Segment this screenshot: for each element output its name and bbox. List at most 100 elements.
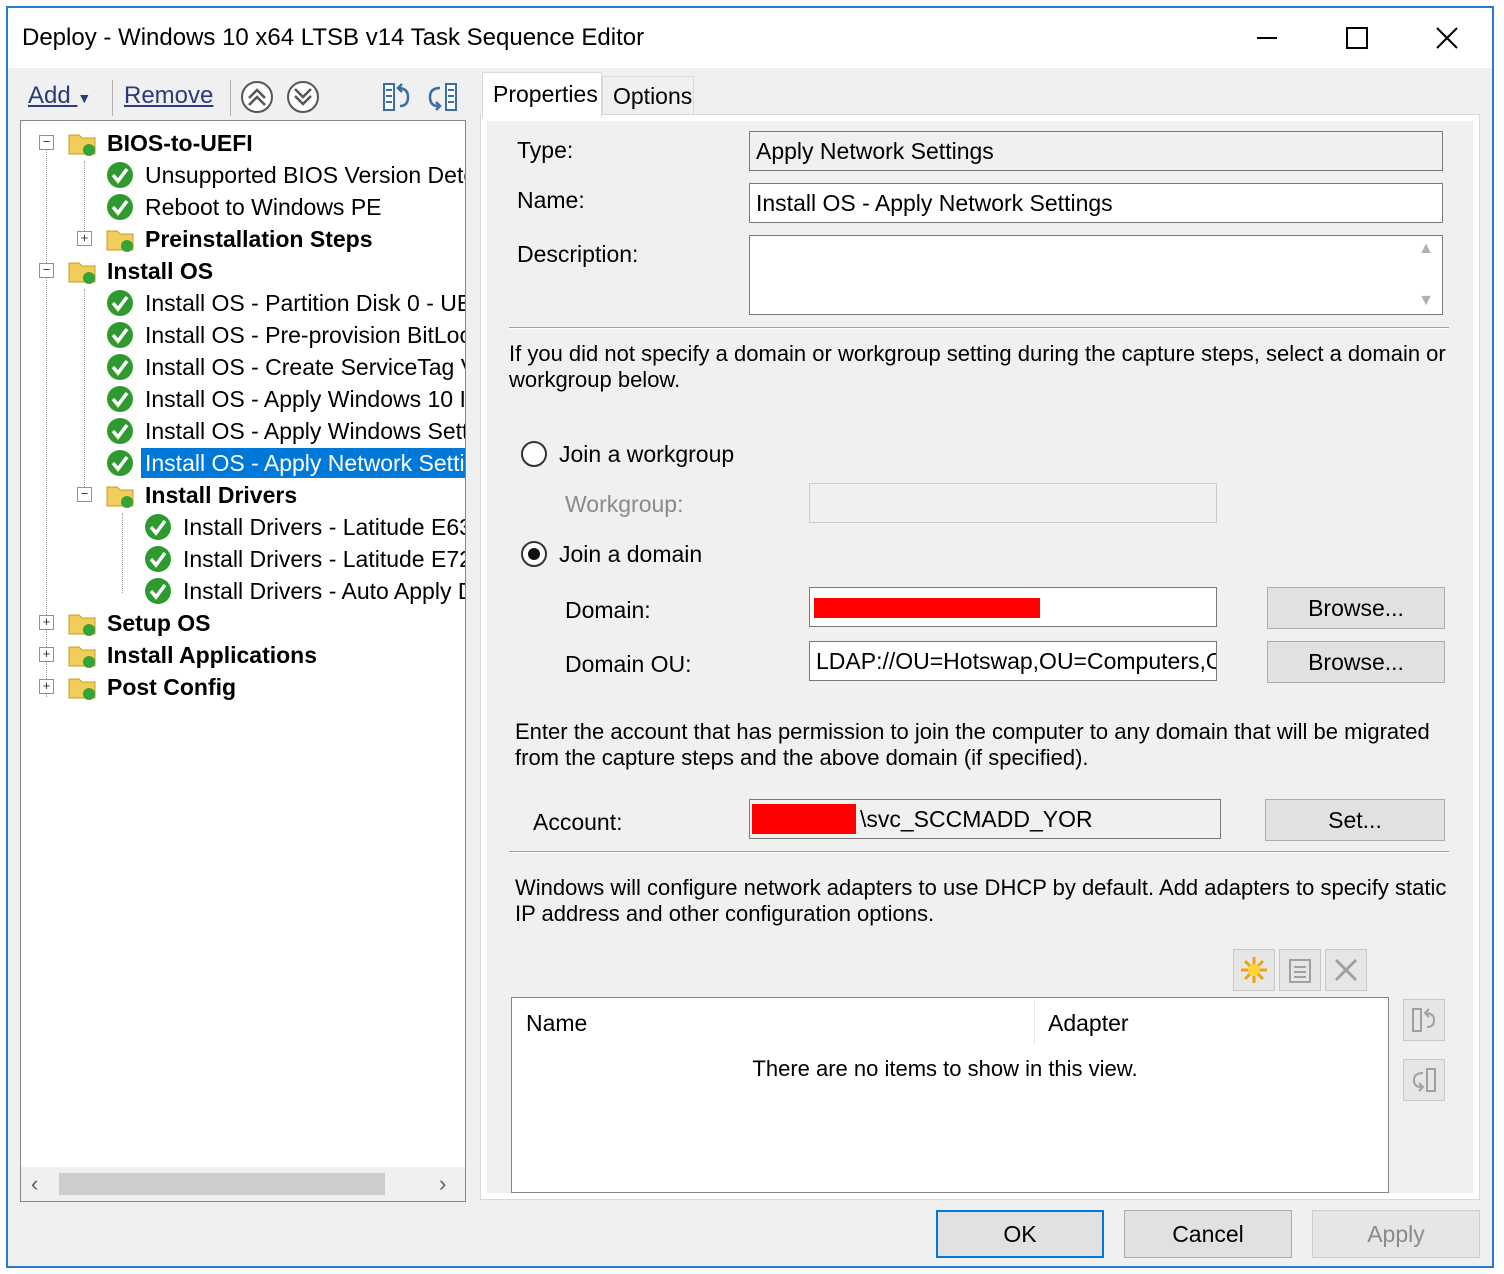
tab-options[interactable]: Options [602, 76, 694, 116]
window-title: Deploy - Windows 10 x64 LTSB v14 Task Se… [22, 24, 645, 51]
folder-group-icon [68, 646, 96, 668]
cancel-button[interactable]: Cancel [1124, 1210, 1292, 1258]
scrollbar-thumb[interactable] [59, 1173, 385, 1195]
apply-button: Apply [1312, 1210, 1480, 1258]
tree-label: Install OS [107, 258, 214, 284]
scroll-right-icon[interactable]: › [439, 1171, 446, 1197]
scroll-down-icon[interactable]: ▼ [1418, 292, 1434, 310]
minimize-button[interactable] [1222, 8, 1312, 68]
move-down-icon[interactable] [284, 78, 322, 116]
collapse-all-icon[interactable] [378, 78, 416, 116]
name-label: Name: [517, 187, 585, 213]
tree-item[interactable]: Install OS - Pre-provision BitLocke [105, 319, 465, 351]
add-menu-button[interactable]: Add ▼ [28, 82, 91, 110]
tree-group-install-os[interactable]: − Install OS [39, 255, 217, 287]
tree-label: Install OS - Apply Windows 10 Ima [145, 386, 466, 412]
browse-domain-button[interactable]: Browse... [1267, 587, 1445, 629]
success-check-icon [107, 322, 133, 348]
tree-label: Install OS - Apply Network Setting [141, 448, 465, 478]
adapters-list[interactable]: Name Adapter There are no items to show … [511, 997, 1389, 1193]
tree-connector [84, 289, 85, 497]
browse-domain-ou-button[interactable]: Browse... [1267, 641, 1445, 683]
ok-button[interactable]: OK [936, 1210, 1104, 1258]
new-adapter-button[interactable] [1233, 949, 1275, 991]
success-check-icon [107, 450, 133, 476]
tree-label: Install OS - Create ServiceTag Va [145, 354, 466, 380]
task-sequence-editor-window: Deploy - Windows 10 x64 LTSB v14 Task Se… [6, 6, 1494, 1268]
tree-toolbar: Add ▼ Remove [20, 72, 468, 122]
domain-field[interactable] [809, 587, 1217, 627]
expand-all-icon[interactable] [424, 78, 462, 116]
collapse-toggle[interactable]: − [39, 135, 54, 150]
expand-toggle[interactable]: + [77, 231, 92, 246]
workgroup-label: Workgroup: [565, 491, 684, 517]
column-header-adapter[interactable]: Adapter [1048, 1010, 1129, 1037]
tree-group-install-drivers[interactable]: − Install Drivers [77, 479, 301, 511]
join-domain-radio[interactable] [521, 541, 547, 567]
success-check-icon [107, 162, 133, 188]
tree-item[interactable]: Unsupported BIOS Version Detec [105, 159, 466, 191]
set-account-button[interactable]: Set... [1265, 799, 1445, 841]
properties-panel: Type: Apply Network Settings Name: Insta… [480, 114, 1480, 1200]
dropdown-arrow-icon: ▼ [77, 90, 92, 106]
scroll-left-icon[interactable]: ‹ [31, 1171, 38, 1197]
delete-adapter-button [1325, 949, 1367, 991]
tree-connector [122, 513, 123, 593]
maximize-button[interactable] [1312, 8, 1402, 68]
expand-toggle[interactable]: + [39, 647, 54, 662]
close-button[interactable] [1402, 8, 1492, 68]
tree-item[interactable]: Install Drivers - Latitude E632 [143, 511, 465, 543]
column-header-name[interactable]: Name [526, 1010, 587, 1037]
task-sequence-tree[interactable]: − BIOS-to-UEFI Unsupported BIOS Version … [20, 120, 466, 1202]
expand-toggle[interactable]: + [39, 615, 54, 630]
domain-ou-field[interactable]: LDAP://OU=Hotswap,OU=Computers,OU [809, 641, 1217, 681]
tree-item[interactable]: Install Drivers - Latitude E725 [143, 543, 466, 575]
remove-button[interactable]: Remove [124, 82, 213, 110]
success-check-icon [107, 418, 133, 444]
tree-group-preinstallation-steps[interactable]: + Preinstallation Steps [77, 223, 377, 255]
tree-item[interactable]: Reboot to Windows PE [105, 191, 386, 223]
collapse-toggle[interactable]: − [39, 263, 54, 278]
success-check-icon [107, 354, 133, 380]
properties-content: Type: Apply Network Settings Name: Insta… [487, 121, 1473, 1193]
name-field[interactable]: Install OS - Apply Network Settings [749, 183, 1443, 223]
description-field[interactable]: ▲ ▼ [749, 235, 1443, 315]
collapse-toggle[interactable]: − [77, 487, 92, 502]
tree-item[interactable]: Install OS - Create ServiceTag Va [105, 351, 466, 383]
domain-ou-label: Domain OU: [565, 651, 692, 677]
tree-item[interactable]: Install OS - Apply Windows 10 Ima [105, 383, 466, 415]
redaction-box [752, 804, 856, 834]
tree-label: Install Applications [107, 642, 318, 668]
expand-toggle[interactable]: + [39, 679, 54, 694]
tree-group-setup-os[interactable]: + Setup OS [39, 607, 215, 639]
horizontal-scrollbar[interactable]: ‹ › [21, 1167, 465, 1201]
move-up-icon[interactable] [238, 78, 276, 116]
account-field: \svc_SCCMADD_YOR [749, 799, 1221, 839]
tree-label: Install Drivers - Latitude E725 [183, 546, 466, 572]
tree-group-install-applications[interactable]: + Install Applications [39, 639, 321, 671]
tree-group-bios-to-uefi[interactable]: − BIOS-to-UEFI [39, 127, 257, 159]
folder-group-icon [68, 262, 96, 284]
success-check-icon [145, 578, 171, 604]
toolbar-separator [112, 80, 113, 116]
minimize-icon [1257, 37, 1277, 39]
tree-label: Unsupported BIOS Version Detec [145, 162, 466, 188]
tree-label: Install Drivers - Auto Apply Dri [183, 578, 466, 604]
move-up-list-icon [1412, 1008, 1436, 1032]
tree-item[interactable]: Install OS - Partition Disk 0 - UEFI [105, 287, 465, 319]
tab-properties[interactable]: Properties [482, 72, 602, 118]
empty-list-message: There are no items to show in this view. [752, 1056, 1138, 1081]
tree-label: Setup OS [107, 610, 211, 636]
adapters-info-text: Windows will configure network adapters … [515, 875, 1447, 926]
folder-group-icon [106, 486, 134, 508]
join-workgroup-radio[interactable] [521, 441, 547, 467]
tree-label: Post Config [107, 674, 237, 700]
type-field: Apply Network Settings [749, 131, 1443, 171]
tree-group-post-config[interactable]: + Post Config [39, 671, 240, 703]
tree-item-selected[interactable]: Install OS - Apply Network Setting [105, 447, 465, 479]
scroll-up-icon[interactable]: ▲ [1418, 240, 1434, 258]
tree-item[interactable]: Install Drivers - Auto Apply Dri [143, 575, 466, 607]
tree-item[interactable]: Install OS - Apply Windows Setting [105, 415, 466, 447]
column-divider[interactable] [1034, 1000, 1035, 1044]
tree-label: Install OS - Apply Windows Setting [145, 418, 466, 444]
